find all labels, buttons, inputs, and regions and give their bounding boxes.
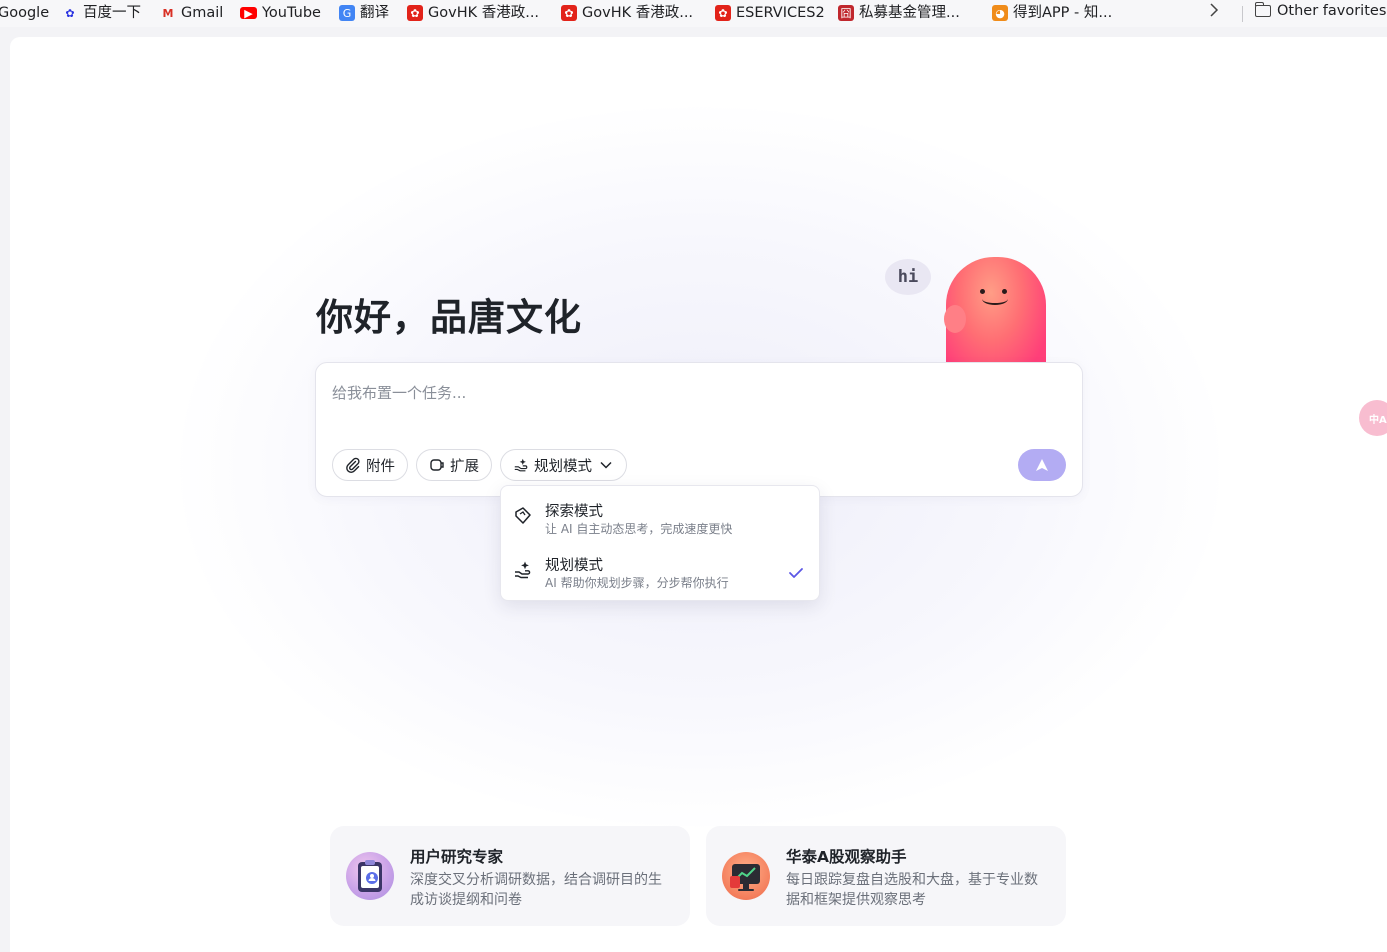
agent-card-title: 用户研究专家	[410, 848, 504, 866]
sparkle-hand-icon	[513, 560, 533, 580]
send-arrow-icon	[1036, 459, 1048, 471]
bookmark-translate[interactable]: G 翻译	[339, 3, 389, 23]
bookmark-label: Google	[0, 5, 50, 21]
bookmark-fund[interactable]: 囧 私募基金管理...	[838, 3, 960, 23]
bookmark-label: GovHK 香港政...	[582, 5, 694, 21]
bookmark-label: 私募基金管理...	[859, 5, 960, 21]
bookmark-dedao[interactable]: ◕ 得到APP - 知...	[992, 3, 1112, 23]
send-button[interactable]	[1018, 449, 1066, 481]
bookmark-label: Gmail	[181, 5, 224, 21]
youtube-icon: ▶	[240, 7, 257, 20]
bookmark-label: 得到APP - 知...	[1013, 5, 1113, 21]
extend-label: 扩展	[450, 458, 479, 475]
extend-button[interactable]: 扩展	[416, 449, 492, 481]
compass-tag-icon	[513, 506, 533, 526]
gmail-icon: M	[162, 6, 174, 20]
attach-label: 附件	[366, 458, 395, 475]
agent-card-title: 华泰A股观察助手	[786, 848, 907, 866]
other-favorites-folder[interactable]: Other favorites	[1254, 2, 1387, 19]
govhk-icon: ✿	[561, 5, 577, 21]
menu-item-title: 探索模式	[545, 504, 603, 520]
chevron-down-icon	[598, 457, 614, 473]
mascot-blob	[944, 257, 1046, 377]
speech-bubble: hi	[885, 259, 931, 295]
extension-icon	[429, 457, 445, 473]
bookmark-label: 百度一下	[83, 5, 141, 21]
bookmark-govhk-1[interactable]: ✿ GovHK 香港政...	[407, 3, 539, 23]
translate-badge-label: 中A	[1369, 414, 1387, 426]
govhk-icon: ✿	[715, 5, 731, 21]
agent-card-user-research[interactable]: 用户研究专家 深度交叉分析调研数据，结合调研目的生成访谈提纲和问卷	[330, 826, 690, 926]
mascot-illustration: hi	[880, 255, 1050, 377]
bookmarks-bar: Google ✿ 百度一下 M Gmail ▶ YouTube G 翻译 ✿ G…	[0, 0, 1387, 27]
checkmark-icon	[788, 564, 804, 583]
agent-card-stock-assistant[interactable]: 华泰A股观察助手 每日跟踪复盘自选股和大盘，基于专业数据和框架提供观察思考	[706, 826, 1066, 926]
govhk-icon: ✿	[407, 5, 423, 21]
stock-assistant-avatar	[722, 852, 770, 900]
bookmark-gmail[interactable]: M Gmail	[160, 3, 224, 23]
menu-item-title: 规划模式	[545, 558, 603, 574]
other-favorites-label: Other favorites	[1277, 3, 1387, 19]
mode-label: 规划模式	[534, 458, 592, 475]
paperclip-icon	[345, 457, 361, 473]
mode-dropdown-menu: 探索模式 让 AI 自主动态思考，完成速度更快 规划模式 AI 帮助你规划步骤，…	[500, 485, 820, 601]
bookmark-govhk-2[interactable]: ✿ GovHK 香港政...	[561, 3, 693, 23]
menu-item-explore-mode[interactable]: 探索模式 让 AI 自主动态思考，完成速度更快	[501, 486, 819, 540]
stock-monitor-icon	[730, 864, 760, 891]
speech-bubble-text: hi	[897, 267, 919, 287]
fund-icon: 囧	[838, 5, 854, 21]
bookmark-google[interactable]: Google	[0, 3, 49, 23]
bookmarks-divider	[1242, 6, 1243, 22]
menu-item-description: AI 帮助你规划步骤，分步帮你执行	[545, 576, 729, 590]
menu-item-description: 让 AI 自主动态思考，完成速度更快	[545, 522, 733, 536]
chevron-right-icon[interactable]	[1209, 3, 1219, 21]
dedao-icon: ◕	[992, 5, 1008, 21]
bookmark-label: 翻译	[360, 5, 389, 21]
translate-floating-button[interactable]: 中A	[1359, 400, 1387, 436]
main-panel: 你好，品唐文化 hi 给我布置一个任务... 附件 扩展 规划模式 探索模式 让…	[10, 37, 1387, 952]
bookmark-label: GovHK 香港政...	[428, 5, 540, 21]
translate-icon: G	[339, 5, 355, 21]
mascot-hand	[944, 305, 966, 333]
baidu-icon: ✿	[65, 6, 75, 20]
agent-card-description: 深度交叉分析调研数据，结合调研目的生成访谈提纲和问卷	[410, 872, 662, 908]
attach-button[interactable]: 附件	[332, 449, 408, 481]
page-title: 你好，品唐文化	[316, 296, 582, 339]
folder-icon	[1254, 2, 1271, 17]
bookmark-label: YouTube	[262, 5, 321, 21]
agent-card-description: 每日跟踪复盘自选股和大盘，基于专业数据和框架提供观察思考	[786, 872, 1038, 908]
bookmark-eservices2[interactable]: ✿ ESERVICES2	[715, 3, 825, 23]
menu-item-plan-mode[interactable]: 规划模式 AI 帮助你规划步骤，分步帮你执行	[501, 540, 819, 594]
mascot-mouth	[982, 293, 1008, 305]
clipboard-user-icon	[358, 860, 382, 892]
task-composer: 给我布置一个任务... 附件 扩展 规划模式	[315, 362, 1083, 497]
sparkle-hand-icon	[513, 457, 529, 473]
bookmark-baidu[interactable]: ✿ 百度一下	[62, 3, 141, 23]
task-input[interactable]: 给我布置一个任务...	[332, 382, 466, 403]
user-research-avatar	[346, 852, 394, 900]
bookmark-label: ESERVICES2	[736, 5, 825, 21]
bookmark-youtube[interactable]: ▶ YouTube	[240, 3, 321, 23]
mode-selector[interactable]: 规划模式	[500, 449, 627, 481]
